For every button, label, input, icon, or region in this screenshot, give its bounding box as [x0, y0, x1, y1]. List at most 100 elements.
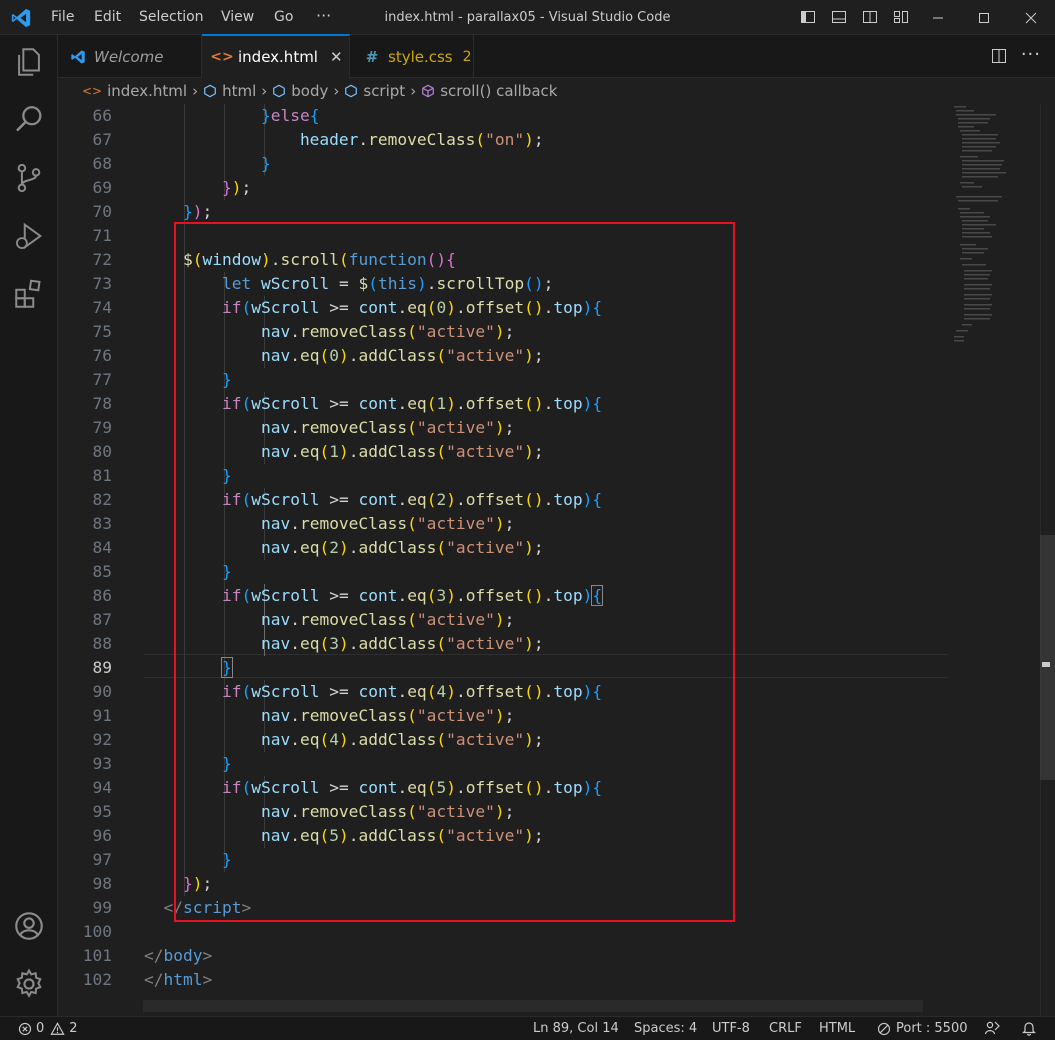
code-text: } [260, 154, 271, 173]
line-number: 77 [92, 370, 113, 389]
code-line[interactable]: 101 </body> [58, 944, 948, 968]
status-bar: 0 2 Ln 89, Col 14 Spaces: 4 UTF-8 CRLF H… [0, 1016, 1055, 1040]
breadcrumb-script[interactable]: script [344, 82, 405, 100]
css-icon: # [365, 47, 379, 66]
breadcrumb-label: scroll() callback [440, 82, 558, 100]
line-number: 102 [82, 970, 112, 989]
code-line[interactable]: 70 }); [58, 200, 948, 224]
menu-edit[interactable]: Edit [94, 9, 121, 25]
code-line[interactable]: 66 }else{ [58, 104, 948, 128]
editor-tab-bar: Welcome <> index.html ✕ # style.css 2 ··… [58, 34, 1055, 78]
code-text: }); [221, 178, 252, 197]
notifications-bell-icon[interactable] [1021, 1020, 1037, 1036]
line-number: 94 [92, 778, 113, 797]
breadcrumb-scroll-callback[interactable]: scroll() callback [421, 82, 558, 100]
line-number: 67 [92, 130, 113, 149]
chevron-right-icon: › [333, 82, 340, 100]
line-number: 70 [92, 202, 113, 221]
html-icon: <> [82, 84, 103, 98]
line-number: 93 [92, 754, 113, 773]
symbol-field-icon [273, 84, 286, 98]
code-text: }else{ [260, 106, 320, 125]
code-line[interactable]: 69 }); [58, 176, 948, 200]
line-number: 72 [92, 250, 113, 269]
accounts-feedback-icon[interactable] [984, 1020, 1000, 1036]
toggle-panel-icon[interactable] [831, 9, 847, 25]
line-number: 83 [92, 514, 113, 533]
minimap[interactable] [950, 104, 1040, 364]
line-number: 84 [92, 538, 113, 557]
eol-status[interactable]: CRLF [769, 1021, 802, 1036]
menu-file[interactable]: File [51, 9, 74, 25]
line-number: 71 [92, 226, 113, 245]
line-number: 95 [92, 802, 113, 821]
problem-count-badge: 2 [462, 48, 472, 65]
line-number: 99 [92, 898, 113, 917]
live-server-port[interactable]: Port : 5500 [877, 1021, 968, 1036]
customize-layout-icon[interactable] [893, 9, 909, 25]
highlight-annotation-box [174, 222, 735, 922]
line-number: 101 [82, 946, 112, 965]
settings-gear-icon[interactable] [12, 967, 46, 1001]
breadcrumb-file[interactable]: <> index.html [82, 82, 187, 100]
code-line[interactable]: 100 [58, 920, 948, 944]
tab-style-css[interactable]: # style.css 2 [350, 35, 474, 78]
code-line[interactable]: 68 } [58, 152, 948, 176]
line-number: 76 [92, 346, 113, 365]
tab-welcome[interactable]: Welcome [58, 35, 202, 78]
chevron-right-icon: › [410, 82, 417, 100]
menu-view[interactable]: View [221, 9, 254, 25]
breadcrumb-label: index.html [107, 82, 188, 100]
more-actions-icon[interactable]: ··· [1021, 44, 1041, 65]
menu-selection[interactable]: Selection [139, 9, 204, 25]
language-mode[interactable]: HTML [819, 1021, 855, 1036]
extensions-icon[interactable] [12, 277, 46, 311]
close-tab-icon[interactable]: ✕ [330, 48, 343, 66]
line-number: 74 [92, 298, 113, 317]
cursor-position[interactable]: Ln 89, Col 14 [533, 1021, 619, 1036]
tab-label: style.css [388, 47, 453, 66]
vscode-logo-icon[interactable] [10, 7, 32, 29]
indentation-status[interactable]: Spaces: 4 [634, 1021, 697, 1036]
maximize-icon [979, 12, 989, 23]
explorer-icon[interactable] [12, 45, 46, 79]
menu-more[interactable]: ··· [316, 6, 331, 25]
line-number: 79 [92, 418, 113, 437]
code-text: </body> [144, 946, 213, 965]
close-icon [1025, 12, 1037, 23]
search-icon[interactable] [12, 103, 46, 137]
line-number: 91 [92, 706, 113, 725]
toggle-primary-sidebar-icon[interactable] [800, 9, 816, 25]
tab-index-html[interactable]: <> index.html ✕ [202, 34, 350, 78]
activity-bar [0, 35, 58, 1016]
symbol-field-icon [345, 84, 358, 98]
accounts-icon[interactable] [12, 909, 46, 943]
line-number: 81 [92, 466, 113, 485]
code-line[interactable]: 67 header.removeClass("on"); [58, 128, 948, 152]
title-bar: File Edit Selection View Go ··· index.ht… [0, 0, 1055, 35]
horizontal-scrollbar[interactable] [143, 1000, 923, 1012]
toggle-secondary-sidebar-icon[interactable] [862, 9, 878, 25]
scrollbar-thumb[interactable] [1040, 535, 1055, 780]
run-debug-icon[interactable] [12, 219, 46, 253]
warning-icon [50, 1021, 65, 1035]
code-text: }); [182, 202, 213, 221]
line-number: 80 [92, 442, 113, 461]
close-window-button[interactable] [1007, 0, 1055, 35]
minimize-button[interactable] [915, 0, 961, 35]
symbol-method-icon [422, 84, 435, 98]
code-line[interactable]: 102 </html> [58, 968, 948, 992]
problems-status[interactable]: 0 2 [18, 1021, 78, 1036]
code-text: </html> [144, 970, 213, 989]
symbol-field-icon [204, 84, 216, 98]
code-text: header.removeClass("on"); [299, 130, 544, 149]
menu-go[interactable]: Go [274, 9, 293, 25]
breadcrumb-body[interactable]: body [272, 82, 328, 100]
breadcrumb-html[interactable]: html [203, 82, 256, 100]
maximize-button[interactable] [961, 0, 1007, 35]
error-icon [18, 1022, 32, 1035]
source-control-icon[interactable] [12, 161, 46, 195]
encoding-status[interactable]: UTF-8 [712, 1021, 750, 1036]
split-editor-icon[interactable] [991, 48, 1007, 64]
line-number: 87 [92, 610, 113, 629]
